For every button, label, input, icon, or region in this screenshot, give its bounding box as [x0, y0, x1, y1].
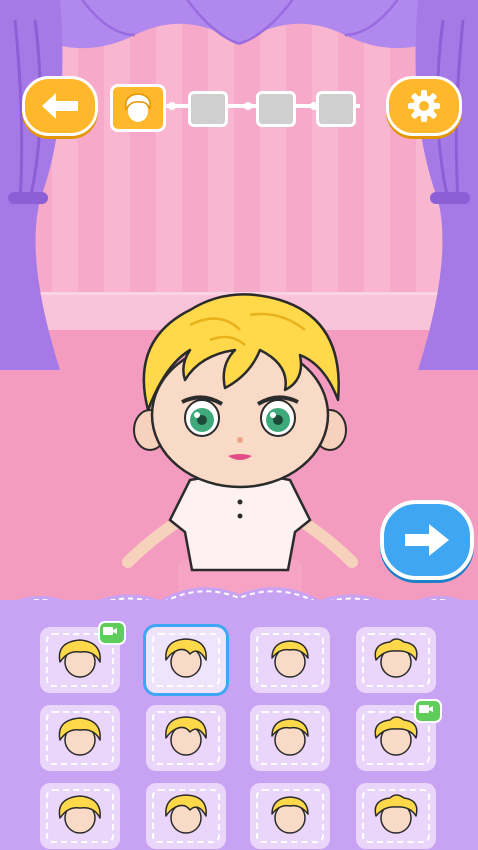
hairstyle-option-8[interactable] — [356, 699, 442, 771]
step-hair-active — [110, 84, 166, 132]
hairstyle-8-icon — [374, 716, 418, 756]
arrow-left-icon — [42, 93, 78, 119]
back-button[interactable] — [22, 76, 98, 136]
hairstyle-1-icon — [58, 639, 101, 678]
game-screen — [0, 0, 478, 850]
hairstyle-option-2[interactable] — [146, 627, 226, 693]
hairstyle-6-icon — [165, 716, 207, 756]
character-avatar — [122, 293, 358, 600]
hairstyle-option-3[interactable] — [250, 627, 330, 693]
hairstyle-12-icon — [374, 794, 418, 834]
hairstyle-2-icon — [165, 638, 207, 678]
progress-dot — [244, 102, 252, 110]
step-2 — [188, 91, 228, 127]
hairstyle-11-icon — [271, 796, 309, 834]
hairstyle-7-icon — [271, 718, 309, 756]
hairstyle-option-1[interactable] — [40, 621, 126, 693]
gear-icon — [408, 90, 440, 122]
hair-icon — [125, 93, 151, 122]
video-ad-icon — [414, 699, 442, 723]
hairstyle-option-6[interactable] — [146, 705, 226, 771]
hairstyle-10-icon — [165, 794, 207, 834]
hairstyle-3-icon — [271, 640, 309, 678]
arrow-right-icon — [405, 524, 449, 556]
hairstyle-option-10[interactable] — [146, 783, 226, 849]
hairstyle-9-icon — [58, 795, 101, 834]
hairstyle-5-icon — [58, 717, 101, 756]
progress-dot — [168, 102, 176, 110]
step-3 — [256, 91, 296, 127]
next-button[interactable] — [380, 500, 474, 580]
video-ad-icon — [98, 621, 126, 645]
hairstyle-option-9[interactable] — [40, 783, 120, 849]
curtain-left — [0, 0, 63, 370]
curtain-right — [415, 0, 478, 370]
settings-button[interactable] — [386, 76, 462, 136]
hairstyle-option-7[interactable] — [250, 705, 330, 771]
step-4 — [316, 91, 356, 127]
hairstyle-option-5[interactable] — [40, 705, 120, 771]
step-progress — [110, 84, 360, 132]
hairstyle-option-12[interactable] — [356, 783, 436, 849]
hairstyle-option-11[interactable] — [250, 783, 330, 849]
hairstyle-option-4[interactable] — [356, 627, 436, 693]
hairstyle-4-icon — [374, 638, 418, 678]
